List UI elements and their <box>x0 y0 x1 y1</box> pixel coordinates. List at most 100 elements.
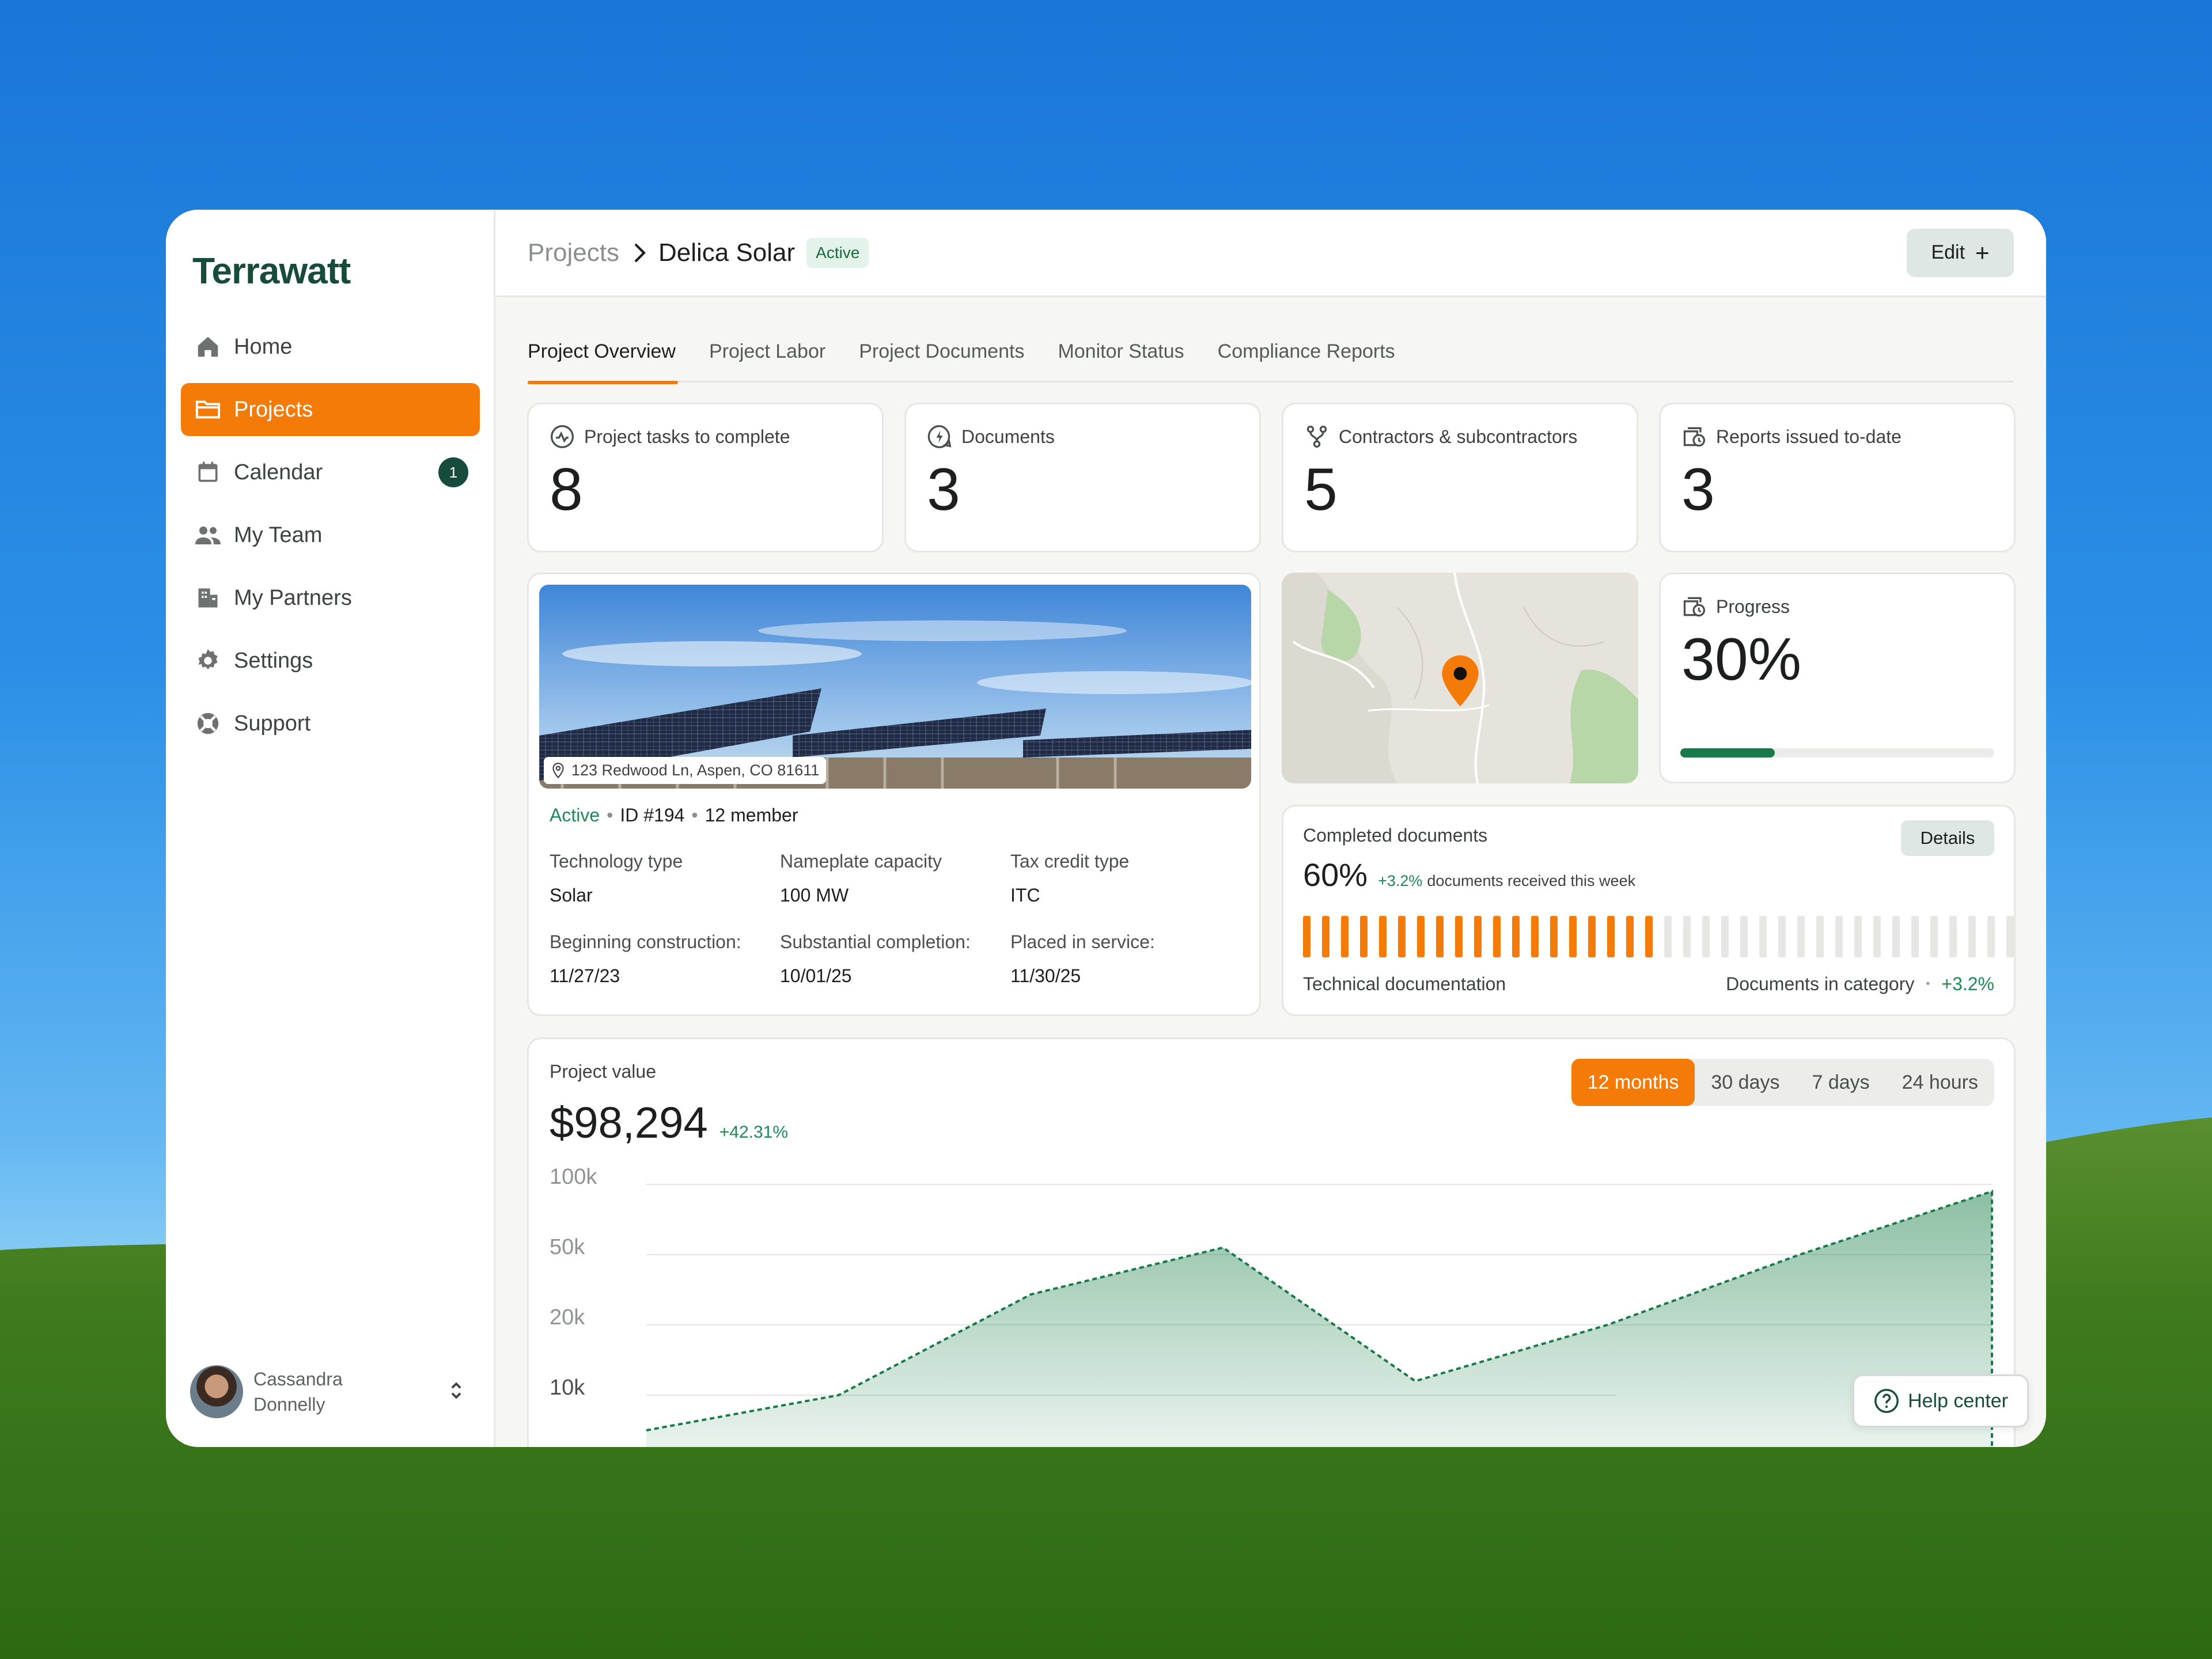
chevron-up-down-icon[interactable] <box>448 1380 465 1404</box>
user-menu[interactable]: Cassandra Donnelly <box>190 1365 471 1418</box>
document-bar-empty <box>1683 916 1691 957</box>
document-bar-filled <box>1550 916 1558 957</box>
document-bar-empty <box>1778 916 1786 957</box>
progress-label: Progress <box>1681 594 1790 619</box>
sidebar-item-my-partners[interactable]: My Partners <box>181 571 480 624</box>
tab-compliance-reports[interactable]: Compliance Reports <box>1218 336 1395 382</box>
document-bar-empty <box>1721 916 1729 957</box>
stat-label: Contractors & subcontractors <box>1304 424 1577 449</box>
tab-project-overview[interactable]: Project Overview <box>528 336 678 384</box>
document-bar-empty <box>1873 916 1881 957</box>
field-key: Placed in service: <box>1010 931 1155 952</box>
stat-card-documents[interactable]: Documents 3 <box>904 403 1261 552</box>
completed-documents-title: Completed documents <box>1303 825 1488 846</box>
edit-button-label: Edit <box>1931 241 1965 263</box>
help-center-button[interactable]: Help center <box>1853 1374 2029 1427</box>
document-bar-empty <box>1759 916 1767 957</box>
sidebar: Terrawatt Home Projects Calendar 1 My Te… <box>166 210 495 1447</box>
document-bar-empty <box>1968 916 1976 957</box>
map-card[interactable] <box>1282 573 1638 783</box>
stat-label: Project tasks to complete <box>550 424 790 449</box>
plus-icon: + <box>1975 238 1990 266</box>
category-label: Technical documentation <box>1303 974 1506 994</box>
page-title: Delica Solar <box>658 238 796 267</box>
tab-bar: Project Overview Project Labor Project D… <box>528 336 2014 384</box>
sidebar-item-label: Calendar <box>234 460 323 484</box>
progress-bar-fill <box>1680 748 1775 757</box>
document-bar-filled <box>1398 916 1406 957</box>
sidebar-item-home[interactable]: Home <box>181 320 480 373</box>
sidebar-item-projects[interactable]: Projects <box>181 383 480 436</box>
document-bar-empty <box>1854 916 1862 957</box>
chart-area <box>646 1191 1992 1447</box>
calendar-icon <box>194 458 222 487</box>
category-note: Documents in category <box>1726 974 1915 994</box>
map-view[interactable] <box>1282 573 1638 783</box>
topbar: Projects Delica Solar Active Edit + <box>495 210 2046 297</box>
field-key: Substantial completion: <box>780 931 971 952</box>
main-content: Projects Delica Solar Active Edit + Proj… <box>495 210 2046 1447</box>
field-value: 10/01/25 <box>780 965 852 986</box>
stat-card-tasks[interactable]: Project tasks to complete 8 <box>527 403 884 552</box>
chevron-right-icon <box>632 243 646 263</box>
field-value: 100 MW <box>780 885 849 906</box>
sidebar-item-label: Settings <box>234 648 313 673</box>
document-bar-empty <box>1664 916 1672 957</box>
project-status: Active <box>550 805 600 825</box>
tab-project-documents[interactable]: Project Documents <box>859 336 1024 382</box>
map-pin-icon[interactable] <box>1438 653 1482 709</box>
tab-project-labor[interactable]: Project Labor <box>709 336 825 382</box>
edit-button[interactable]: Edit + <box>1907 228 2014 277</box>
stat-label-text: Reports issued to-date <box>1716 426 1902 447</box>
document-bar-filled <box>1417 916 1425 957</box>
progress-bar <box>1680 748 1994 757</box>
document-bar-filled <box>1531 916 1539 957</box>
field-placed-in-service: Placed in service: 11/30/25 <box>1010 931 1241 987</box>
document-bar-filled <box>1322 916 1330 957</box>
stat-label-text: Project tasks to complete <box>584 426 790 447</box>
sidebar-item-label: My Team <box>234 522 323 547</box>
stat-value: 8 <box>550 456 583 523</box>
document-bar-empty <box>2006 916 2014 957</box>
document-bar-empty <box>1987 916 1995 957</box>
document-bar-filled <box>1493 916 1501 957</box>
document-bar-empty <box>1797 916 1805 957</box>
sidebar-item-label: My Partners <box>234 585 352 610</box>
status-badge: Active <box>806 237 869 268</box>
report-clock-icon <box>1681 594 1707 619</box>
stat-value: 3 <box>1681 456 1715 523</box>
activity-icon <box>550 424 575 449</box>
folder-icon <box>194 395 222 424</box>
field-nameplate-capacity: Nameplate capacity 100 MW <box>780 851 1010 906</box>
sidebar-item-support[interactable]: Support <box>181 697 480 750</box>
sidebar-item-my-team[interactable]: My Team <box>181 509 480 562</box>
project-details-card: 123 Redwood Ln, Aspen, CO 81611 Active •… <box>527 573 1261 1016</box>
field-value: 11/27/23 <box>550 965 620 986</box>
details-button[interactable]: Details <box>1901 820 1994 856</box>
document-bar-filled <box>1512 916 1520 957</box>
sidebar-item-calendar[interactable]: Calendar 1 <box>181 446 480 499</box>
sidebar-item-settings[interactable]: Settings <box>181 634 480 687</box>
stat-card-contractors[interactable]: Contractors & subcontractors 5 <box>1282 403 1638 552</box>
document-bar-filled <box>1379 916 1387 957</box>
breadcrumb-parent[interactable]: Projects <box>528 238 619 267</box>
field-technology-type: Technology type Solar <box>550 851 780 906</box>
project-value-card: Project value $98,294 +42.31% 12 months … <box>527 1037 2016 1447</box>
stat-card-reports[interactable]: Reports issued to-date 3 <box>1659 403 2016 552</box>
document-bar-filled <box>1569 916 1577 957</box>
stat-label: Reports issued to-date <box>1681 424 1902 449</box>
address-text: 123 Redwood Ln, Aspen, CO 81611 <box>571 762 820 779</box>
project-photo: 123 Redwood Ln, Aspen, CO 81611 <box>539 585 1251 789</box>
document-bar-empty <box>1949 916 1957 957</box>
completed-documents-delta: +3.2% <box>1378 872 1423 889</box>
document-bar-filled <box>1645 916 1653 957</box>
field-key: Technology type <box>550 851 683 872</box>
sidebar-item-label: Projects <box>234 397 313 422</box>
document-bar-empty <box>1892 916 1900 957</box>
home-icon <box>194 332 222 361</box>
app-logo[interactable]: Terrawatt <box>192 248 480 294</box>
project-members: 12 member <box>704 805 798 825</box>
category-delta: +3.2% <box>1941 974 1994 994</box>
tab-monitor-status[interactable]: Monitor Status <box>1058 336 1184 382</box>
project-value-chart <box>646 1184 1993 1447</box>
